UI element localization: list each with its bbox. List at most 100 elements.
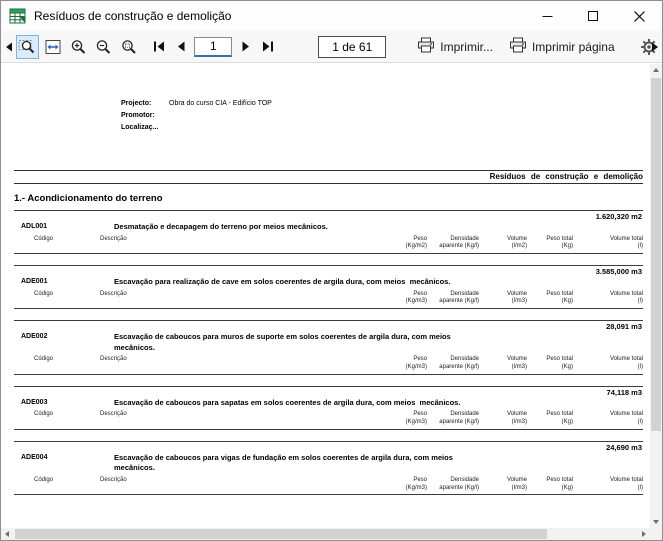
scroll-left-icon <box>5 42 12 51</box>
item-quantity: 24,690 m3 <box>606 442 642 452</box>
zoom-marquee-button[interactable] <box>15 34 39 59</box>
maximize-button[interactable] <box>570 1 616 31</box>
column-header: Descrição <box>100 411 127 418</box>
item-code: ADE004 <box>21 453 48 461</box>
vertical-scrollbar[interactable] <box>650 64 662 528</box>
first-page-button[interactable] <box>149 35 168 59</box>
item-column-headers: Código Descrição Peso (Kg/m3) Densidade apare… <box>14 356 643 372</box>
last-page-button[interactable] <box>258 35 277 59</box>
scroll-up-button[interactable] <box>650 64 662 76</box>
project-row: Projecto: Obra do curso CIA - Edifício T… <box>121 100 272 107</box>
item-description: Escavação para realização de cave em sol… <box>114 277 451 287</box>
last-page-icon <box>262 41 273 52</box>
item-description: Escavação de caboucos para muros de supo… <box>114 332 453 352</box>
report-item: 1.620,320 m2 ADL001 Desmatação e decapag… <box>14 210 643 255</box>
column-header: Descrição <box>100 476 127 483</box>
scrollbar-corner <box>650 528 662 540</box>
item-code: ADE003 <box>21 398 48 406</box>
scroll-left-button[interactable] <box>1 528 13 540</box>
first-page-icon <box>154 41 165 52</box>
fit-width-button[interactable] <box>41 35 64 59</box>
prev-page-button[interactable] <box>171 35 190 59</box>
column-header: Volume (l/m2) <box>506 235 527 250</box>
item-code: ADE002 <box>21 333 48 341</box>
column-header: Peso (Kg/m3) <box>405 411 427 426</box>
item-description: Escavação de caboucos para vigas de fund… <box>114 452 455 473</box>
document-preview: Projecto: Obra do curso CIA - Edifício T… <box>1 64 662 540</box>
report-item: 24,690 m3 ADE004 Escavação de caboucos p… <box>14 440 643 496</box>
item-description: Escavação de caboucos para sapatas em so… <box>114 397 461 407</box>
column-header: Peso total (Kg) <box>546 411 573 426</box>
zoom-out-button[interactable] <box>92 35 115 59</box>
printer-page-icon <box>509 37 527 56</box>
report-title: Resíduos de construção e demolição <box>489 172 643 181</box>
print-button[interactable]: Imprimir... <box>412 35 498 59</box>
column-header: Descrição <box>100 235 127 242</box>
column-header: Volume total (l) <box>609 235 643 250</box>
location-label: Localizaç... <box>121 124 159 131</box>
vertical-scroll-thumb[interactable] <box>651 78 661 431</box>
column-header: Peso (Kg/m3) <box>405 290 427 305</box>
column-header: Peso total (Kg) <box>546 356 573 370</box>
column-header: Volume (l/m3) <box>506 290 527 305</box>
column-header: Volume total (l) <box>609 290 643 305</box>
print-page-button-label: Imprimir página <box>531 39 615 54</box>
column-header: Densidade aparente (Kg/l) <box>439 476 479 491</box>
section-title: 1.- Acondicionamento do terreno <box>14 193 163 204</box>
minimize-button[interactable] <box>524 1 570 31</box>
column-header: Descrição <box>100 356 127 363</box>
close-button[interactable] <box>616 1 662 31</box>
column-header: Densidade aparente (Kg/l) <box>439 356 479 370</box>
report-item: 3.585,000 m3 ADE001 Escavação para reali… <box>14 265 643 310</box>
zoom-dynamic-button[interactable] <box>117 35 140 59</box>
column-header: Densidade aparente (Kg/l) <box>439 411 479 426</box>
zoom-in-button[interactable] <box>66 35 89 59</box>
project-value: Obra do curso CIA - Edifício TOP <box>169 100 272 107</box>
print-button-label: Imprimir... <box>440 39 493 54</box>
printer-icon <box>417 37 435 56</box>
column-header: Peso (Kg/m3) <box>405 356 427 370</box>
item-quantity: 74,118 m3 <box>606 387 642 397</box>
print-page-button[interactable]: Imprimir página <box>504 35 620 59</box>
column-header: Volume total (l) <box>609 411 643 426</box>
next-page-button[interactable] <box>236 35 255 59</box>
horizontal-scroll-thumb[interactable] <box>15 529 548 539</box>
column-header: Peso total (Kg) <box>546 290 573 305</box>
page-count-indicator: 1 de 61 <box>318 35 387 58</box>
scroll-right-button[interactable] <box>638 528 650 540</box>
report-page: Projecto: Obra do curso CIA - Edifício T… <box>1 64 650 528</box>
zoom-out-icon <box>96 39 111 54</box>
item-quantity: 1.620,320 m2 <box>595 212 642 221</box>
toolbar-scroll-left-button[interactable] <box>3 34 15 60</box>
item-column-headers: Código Descrição Peso (Kg/m3) Densidade apare… <box>14 291 643 307</box>
next-page-icon <box>242 41 250 52</box>
items-list: 1.620,320 m2 ADL001 Desmatação e decapag… <box>14 210 643 506</box>
header-rule-top <box>14 170 643 171</box>
column-header: Peso total (Kg) <box>546 476 573 491</box>
item-code: ADL001 <box>21 223 48 230</box>
toolbar-scroll-right-button[interactable] <box>649 34 661 60</box>
promoter-label: Promotor: <box>121 112 155 119</box>
horizontal-scrollbar[interactable] <box>1 528 650 540</box>
column-header: Código <box>34 235 54 242</box>
page-number-input[interactable] <box>194 36 233 57</box>
column-header: Volume (l/m3) <box>506 411 527 426</box>
close-icon <box>633 10 645 22</box>
report-header: Projecto: Obra do curso CIA - Edifício T… <box>121 100 272 136</box>
column-header: Peso (Kg/m3) <box>405 476 427 491</box>
item-main-row: ADE004 Escavação de caboucos para vigas … <box>14 453 643 474</box>
item-main-row: ADE001 Escavação para realização de cave… <box>14 277 643 288</box>
report-item: 28,091 m3 ADE002 Escavação de caboucos p… <box>14 320 643 375</box>
header-rule-bottom <box>14 183 643 184</box>
promoter-row: Promotor: <box>121 112 272 119</box>
window-title: Resíduos de construção e demolição <box>34 9 232 23</box>
maximize-icon <box>587 10 598 21</box>
scroll-down-button[interactable] <box>650 516 662 528</box>
column-header: Código <box>34 356 54 363</box>
item-main-row: ADE003 Escavação de caboucos para sapata… <box>14 398 643 409</box>
column-header: Volume total (l) <box>609 356 643 370</box>
location-row: Localizaç... <box>121 124 272 131</box>
item-column-headers: Código Descrição Peso (Kg/m3) Densidade apare… <box>14 477 643 493</box>
item-quantity: 28,091 m3 <box>606 322 642 332</box>
app-icon <box>9 7 27 25</box>
